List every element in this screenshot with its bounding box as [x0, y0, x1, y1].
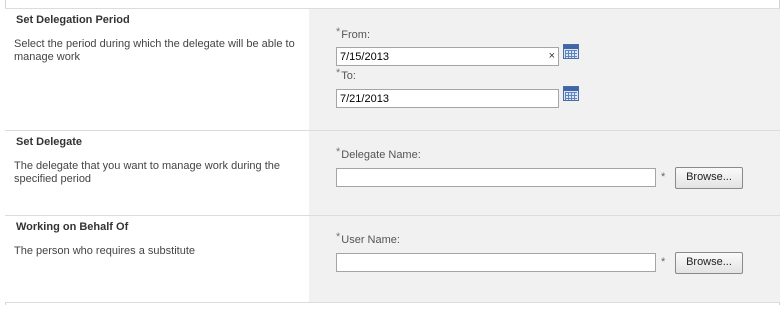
section-description: Select the period during which the deleg… [14, 38, 295, 63]
to-label: *To: [336, 67, 356, 82]
required-marker: * [661, 256, 666, 268]
section-description-panel: Working on Behalf Of The person who requ… [5, 216, 309, 302]
user-name-label: *User Name: [336, 231, 400, 246]
section-title: Working on Behalf Of [16, 221, 129, 233]
required-marker: * [336, 67, 341, 79]
section-delegation-period: Set Delegation Period Select the period … [5, 8, 780, 130]
section-set-delegate: Set Delegate The delegate that you want … [5, 130, 780, 215]
section-fields-panel: *From: 7/15/2013 × *To: 7/21/2013 [309, 9, 780, 130]
section-fields-panel: *User Name: * Browse... [309, 216, 780, 302]
from-date-value: 7/15/2013 [340, 51, 389, 63]
from-label: *From: [336, 26, 371, 41]
required-marker: * [336, 146, 341, 158]
section-title: Set Delegate [16, 136, 83, 148]
section-title: Set Delegation Period [16, 14, 130, 26]
user-name-input[interactable] [336, 253, 656, 272]
user-browse-button[interactable]: Browse... [675, 252, 743, 274]
section-description-panel: Set Delegation Period Select the period … [5, 9, 309, 130]
calendar-icon[interactable] [563, 86, 579, 101]
required-marker: * [336, 231, 341, 243]
required-marker: * [336, 26, 341, 38]
section-description: The person who requires a substitute [14, 245, 195, 257]
section-description: The delegate that you want to manage wor… [14, 160, 281, 185]
to-date-value: 7/21/2013 [340, 93, 389, 105]
delegate-name-label: *Delegate Name: [336, 146, 421, 161]
delegate-name-input[interactable] [336, 168, 656, 187]
delegate-browse-button[interactable]: Browse... [675, 167, 743, 189]
calendar-icon[interactable] [563, 44, 579, 59]
section-fields-panel: *Delegate Name: * Browse... [309, 131, 780, 215]
section-description-panel: Set Delegate The delegate that you want … [5, 131, 309, 215]
clear-icon[interactable]: × [549, 50, 555, 62]
section-working-on-behalf-of: Working on Behalf Of The person who requ… [5, 215, 780, 303]
from-date-input[interactable]: 7/15/2013 × [336, 47, 559, 66]
to-date-input[interactable]: 7/21/2013 [336, 89, 559, 108]
required-marker: * [661, 171, 666, 183]
